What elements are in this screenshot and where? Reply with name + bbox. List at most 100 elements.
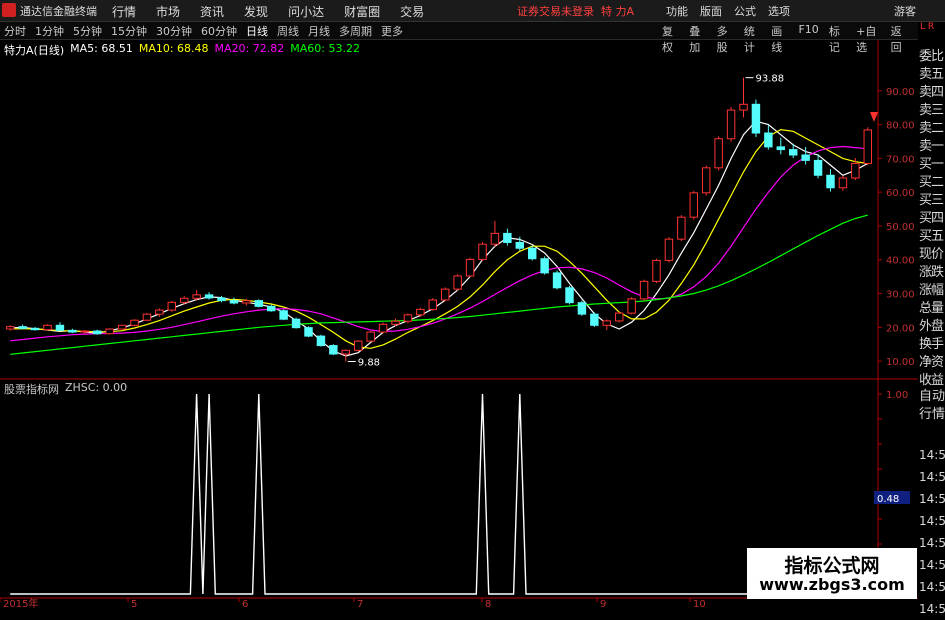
tick-time-3: 14:5: [919, 514, 945, 528]
price-tick-label-3: 40.00: [886, 256, 915, 267]
candle-body-33: [416, 308, 425, 316]
candle-body-37: [465, 258, 475, 277]
price-tick-label-6: 70.00: [886, 154, 915, 165]
candle-body-47: [590, 313, 599, 326]
candle-body-49: [614, 312, 624, 322]
candle-body-69: [863, 129, 873, 164]
candle-body-34: [428, 299, 438, 310]
candle-body-17: [217, 297, 226, 302]
candle-body-11: [142, 313, 152, 321]
price-tick-label-1: 20.00: [886, 323, 915, 334]
quote-label-12: 涨跌: [919, 265, 944, 280]
quote-label-15: 外盘: [919, 319, 944, 334]
ma-line-ma10: [10, 128, 868, 349]
candle-body-20: [254, 300, 264, 307]
chart-canvas[interactable]: 10.00 20.00 30.00 40.00 50.00 60.00 70.00 80.00…: [0, 0, 918, 609]
candle-body-32: [403, 314, 413, 322]
candle-body-45: [565, 287, 574, 304]
candle-body-63: [788, 149, 798, 156]
zhsc-line: [10, 393, 868, 595]
candle-body-54: [677, 216, 686, 240]
candle-body-57: [714, 138, 723, 169]
candle-body-8: [105, 328, 114, 335]
candle-body-12: [155, 309, 164, 315]
candle-body-56: [701, 167, 711, 194]
quote-label-9: 买四: [919, 211, 944, 226]
annotation-low: 9.88: [358, 358, 380, 369]
candle-body-26: [329, 345, 338, 355]
candle-body-15: [192, 294, 201, 299]
candle-body-30: [378, 323, 388, 333]
quote-label-16: 换手: [919, 337, 944, 352]
price-tick-label-2: 30.00: [886, 290, 915, 301]
time-label-5: 9: [600, 599, 606, 609]
candle-body-5: [68, 329, 77, 333]
candle-body-4: [55, 324, 65, 331]
ind-tick-label-0: 1.00: [886, 390, 908, 401]
candle-body-0: [5, 326, 15, 330]
quote-label-14: 总量: [919, 301, 944, 316]
candle-body-14: [179, 297, 189, 303]
candle-body-19: [242, 300, 251, 304]
candle-body-36: [453, 275, 462, 290]
price-tick-label-8: 90.00: [886, 87, 915, 98]
quote-panel: L R 委比 卖五 卖四 卖三 卖二 卖一 买一 买二 买三 买四 买五 现价 涨跌 涨幅 总量 外盘 换手 净资…: [918, 22, 945, 616]
candle-body-25: [316, 335, 326, 347]
candle-body-1: [18, 326, 27, 329]
candle-body-65: [813, 159, 823, 176]
candle-body-51: [639, 280, 649, 300]
quote-label-8: 买三: [919, 193, 944, 208]
watermark-line1: 指标公式网: [784, 555, 880, 577]
tick-time-0: 14:5: [919, 448, 945, 462]
candle-body-31: [391, 320, 400, 325]
candle-body-66: [826, 174, 835, 189]
candle-body-64: [801, 154, 810, 161]
watermark-line2: www.zbgs3.com: [759, 575, 905, 594]
candle-body-27: [341, 349, 351, 355]
lr-toggle[interactable]: L R: [920, 22, 934, 32]
candle-body-67: [838, 177, 848, 189]
candle-body-24: [304, 327, 313, 337]
price-tick-label-0: 10.00: [886, 357, 915, 368]
candle-body-16: [204, 294, 214, 299]
time-label-6: 10: [693, 599, 706, 609]
quote-label-11: 现价: [919, 247, 944, 262]
candle-body-39: [490, 232, 500, 245]
tick-time-1: 14:5: [919, 470, 945, 484]
quote-label-3: 卖三: [919, 103, 944, 118]
auto-label-1: 行情: [919, 407, 945, 422]
ma-line-ma60: [10, 214, 868, 355]
candle-body-23: [291, 318, 301, 329]
candle-body-21: [266, 305, 276, 312]
candle-body-13: [167, 301, 177, 311]
candle-body-6: [80, 330, 90, 333]
quote-label-7: 买二: [919, 175, 944, 190]
candle-body-9: [117, 324, 127, 330]
quote-label-4: 卖二: [919, 121, 944, 136]
quote-label-2: 卖四: [919, 85, 944, 100]
candle-body-10: [130, 319, 139, 326]
tick-time-7: 14:5: [919, 602, 945, 616]
candle-body-40: [503, 232, 512, 244]
tick-time-6: 14:5: [919, 580, 945, 594]
candle-body-43: [540, 258, 549, 274]
last-price-marker: [870, 112, 878, 122]
candle-body-2: [30, 327, 40, 331]
candle-body-62: [776, 146, 786, 151]
candle-body-42: [527, 247, 537, 260]
quote-label-1: 卖五: [919, 67, 944, 82]
quote-label-0: 委比: [919, 49, 944, 64]
candle-body-7: [92, 330, 102, 335]
tick-time-5: 14:5: [919, 558, 945, 572]
candle-body-18: [229, 300, 239, 304]
tick-time-2: 14:5: [919, 492, 945, 506]
candle-body-38: [478, 243, 487, 260]
candle-body-58: [726, 109, 736, 140]
auto-labels: 自动 行情: [919, 388, 945, 424]
candle-body-52: [652, 259, 661, 282]
tick-times: 14:5 14:5 14:5 14:5 14:5 14:5 14:5 14:5: [919, 444, 945, 620]
ind-marker-label: 0.48: [877, 494, 899, 505]
candle-body-22: [279, 310, 288, 320]
candle-body-50: [627, 298, 636, 314]
quote-label-10: 买五: [919, 229, 944, 244]
